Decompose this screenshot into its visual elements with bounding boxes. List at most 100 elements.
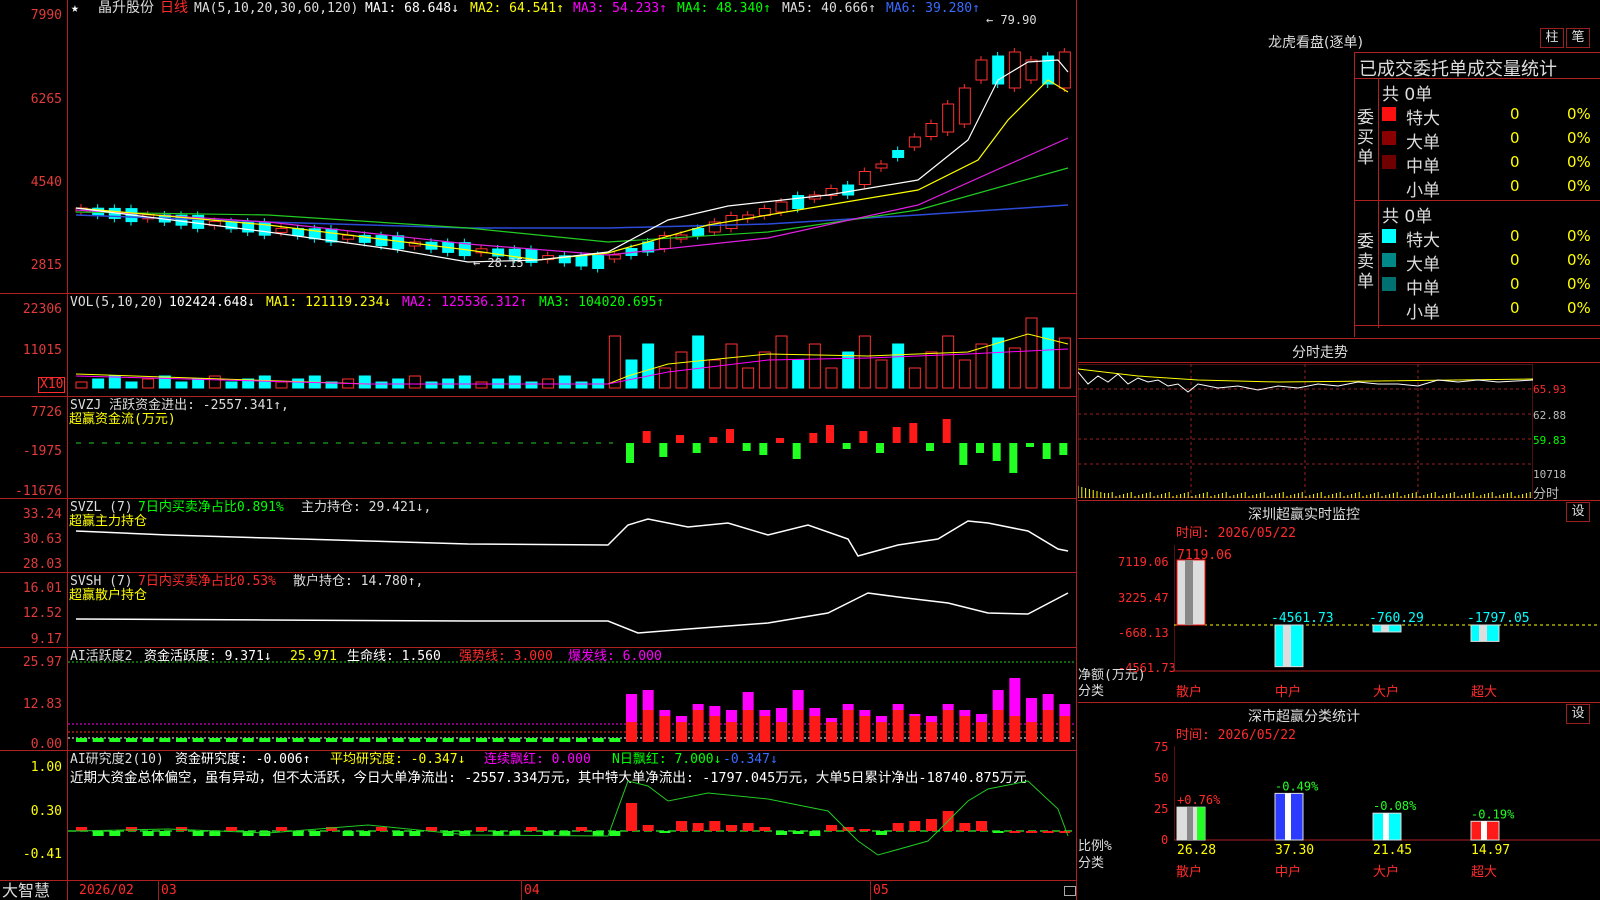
volume-bar	[92, 378, 105, 389]
buy-row-value: 0	[1510, 177, 1520, 195]
intraday-title: 分时走势	[1292, 345, 1348, 361]
fund-bar	[1009, 443, 1018, 473]
volume-bar	[258, 375, 271, 389]
main-position-chart[interactable]	[68, 499, 1076, 572]
left-chart-area[interactable]: 7990 6265 4540 2815 ★ 晶升股份 日线 MA(5,10,20…	[0, 0, 1077, 900]
intraday-chart[interactable]	[1078, 364, 1533, 498]
activity-bar	[526, 738, 537, 742]
buy-row-pct: 0%	[1567, 177, 1591, 195]
class-bar-top-label: -0.19%	[1471, 807, 1515, 821]
activity-bar	[476, 738, 487, 742]
candle	[692, 228, 705, 236]
activity-bar	[409, 738, 421, 742]
activity-bar-magenta	[959, 710, 971, 716]
volume-bar	[1042, 327, 1055, 389]
fund-bar	[876, 443, 884, 453]
buy-l-swatch	[1382, 131, 1396, 145]
buy-row-pct: 0%	[1567, 105, 1591, 123]
ma6-line	[75, 204, 1069, 229]
price-low-mark: ← 28.15	[473, 256, 524, 270]
class-bar-highlight	[1187, 807, 1193, 840]
activity-bar-magenta	[909, 714, 921, 716]
ma1-line	[75, 59, 1069, 263]
class-bar-value: 26.28	[1177, 843, 1216, 858]
fund-bar	[976, 443, 984, 453]
activity-bar-magenta	[1026, 698, 1037, 722]
volume-bar	[425, 381, 438, 389]
fund-bar	[726, 429, 734, 443]
activity-bar-red	[726, 722, 737, 742]
intraday-axis-label: 59.83	[1533, 434, 1567, 447]
lock-icon[interactable]	[1064, 886, 1076, 896]
volume-bar	[1008, 347, 1021, 389]
research-bar	[359, 831, 371, 836]
price-axis-label: 2815	[30, 258, 62, 273]
sell-row-pct: 0%	[1567, 275, 1591, 293]
sz-bar-highlight	[1479, 625, 1487, 642]
activity-bar-red	[926, 722, 937, 742]
volume-bar	[942, 335, 955, 389]
activity-bar-red	[976, 722, 987, 742]
activity-bar	[492, 738, 504, 742]
volume-bar	[75, 381, 88, 389]
research-bar	[592, 831, 604, 836]
sz-settings-button[interactable]: 设	[1566, 502, 1590, 522]
candle	[775, 201, 788, 213]
research-bar	[759, 827, 771, 831]
candle	[608, 254, 621, 260]
volume-bar	[508, 375, 521, 389]
buy-group-label: 委买单	[1357, 108, 1374, 168]
sz-xlabel: 分类	[1078, 684, 1105, 699]
volume-bar	[225, 381, 238, 389]
sz-monitor-chart[interactable]: 7119.06 -4561.73 -760.29 -1797.05	[1174, 545, 1600, 675]
activity-bar	[509, 738, 521, 742]
volume-bar	[475, 381, 488, 389]
activity-bar	[459, 738, 471, 742]
intraday-axis-label: 62.88	[1533, 409, 1567, 422]
class-settings-button[interactable]: 设	[1566, 704, 1590, 724]
activity-bar	[242, 738, 254, 742]
volume-bar	[692, 335, 705, 389]
bar-view-button[interactable]: 柱	[1540, 28, 1564, 48]
buy-xl-swatch	[1382, 107, 1396, 121]
fund-flow-chart[interactable]	[68, 397, 1076, 498]
retail-position-chart[interactable]	[68, 573, 1076, 647]
svzl-axis-label: 33.24	[22, 507, 62, 522]
intraday-axis-label: 65.93	[1533, 383, 1567, 396]
candlestick-chart[interactable]: ← 79.90 ← 28.15	[68, 0, 1076, 293]
research-chart[interactable]	[68, 751, 1076, 880]
volume-bar	[375, 381, 388, 389]
volume-bar	[1025, 317, 1038, 389]
activity-bar	[176, 738, 187, 742]
activity-bar-magenta	[1059, 704, 1071, 716]
research-bar	[709, 821, 721, 831]
class-bar-top-label: +0.76%	[1177, 793, 1221, 807]
candle	[1025, 59, 1038, 81]
activity-bar	[226, 738, 237, 742]
research-bar	[992, 831, 1004, 833]
sz-bar-highlight	[1283, 625, 1291, 667]
fund-bar	[692, 443, 701, 453]
buy-row-value: 0	[1510, 129, 1520, 147]
fund-bar	[842, 443, 851, 449]
activity-bar-red	[1042, 710, 1054, 742]
pen-view-button[interactable]: 笔	[1566, 28, 1590, 48]
activity-chart[interactable]	[68, 648, 1076, 750]
fund-bar	[659, 443, 668, 457]
sz-axis-label: -668.13	[1118, 626, 1169, 640]
date-label: 05	[873, 883, 889, 898]
activity-bar	[392, 738, 404, 742]
buy-row-label: 大单	[1406, 133, 1440, 153]
date-label: 04	[524, 883, 540, 898]
research-bar	[676, 821, 687, 831]
class-stats-chart[interactable]: +0.76% 26.28 -0.49% 37.30 -0.08% 21.45 -0.19% 1…	[1174, 746, 1600, 870]
sell-m-swatch	[1382, 277, 1396, 291]
activity-bar-magenta	[892, 704, 904, 710]
volume-chart[interactable]	[68, 294, 1076, 396]
buy-total: 共 0单	[1382, 85, 1433, 105]
fund-bar	[892, 427, 901, 443]
vol-unit: X10	[38, 377, 66, 393]
activity-bar-magenta	[742, 692, 754, 710]
activity-bar-magenta	[759, 710, 771, 716]
vol-axis-label: 22306	[22, 302, 62, 317]
